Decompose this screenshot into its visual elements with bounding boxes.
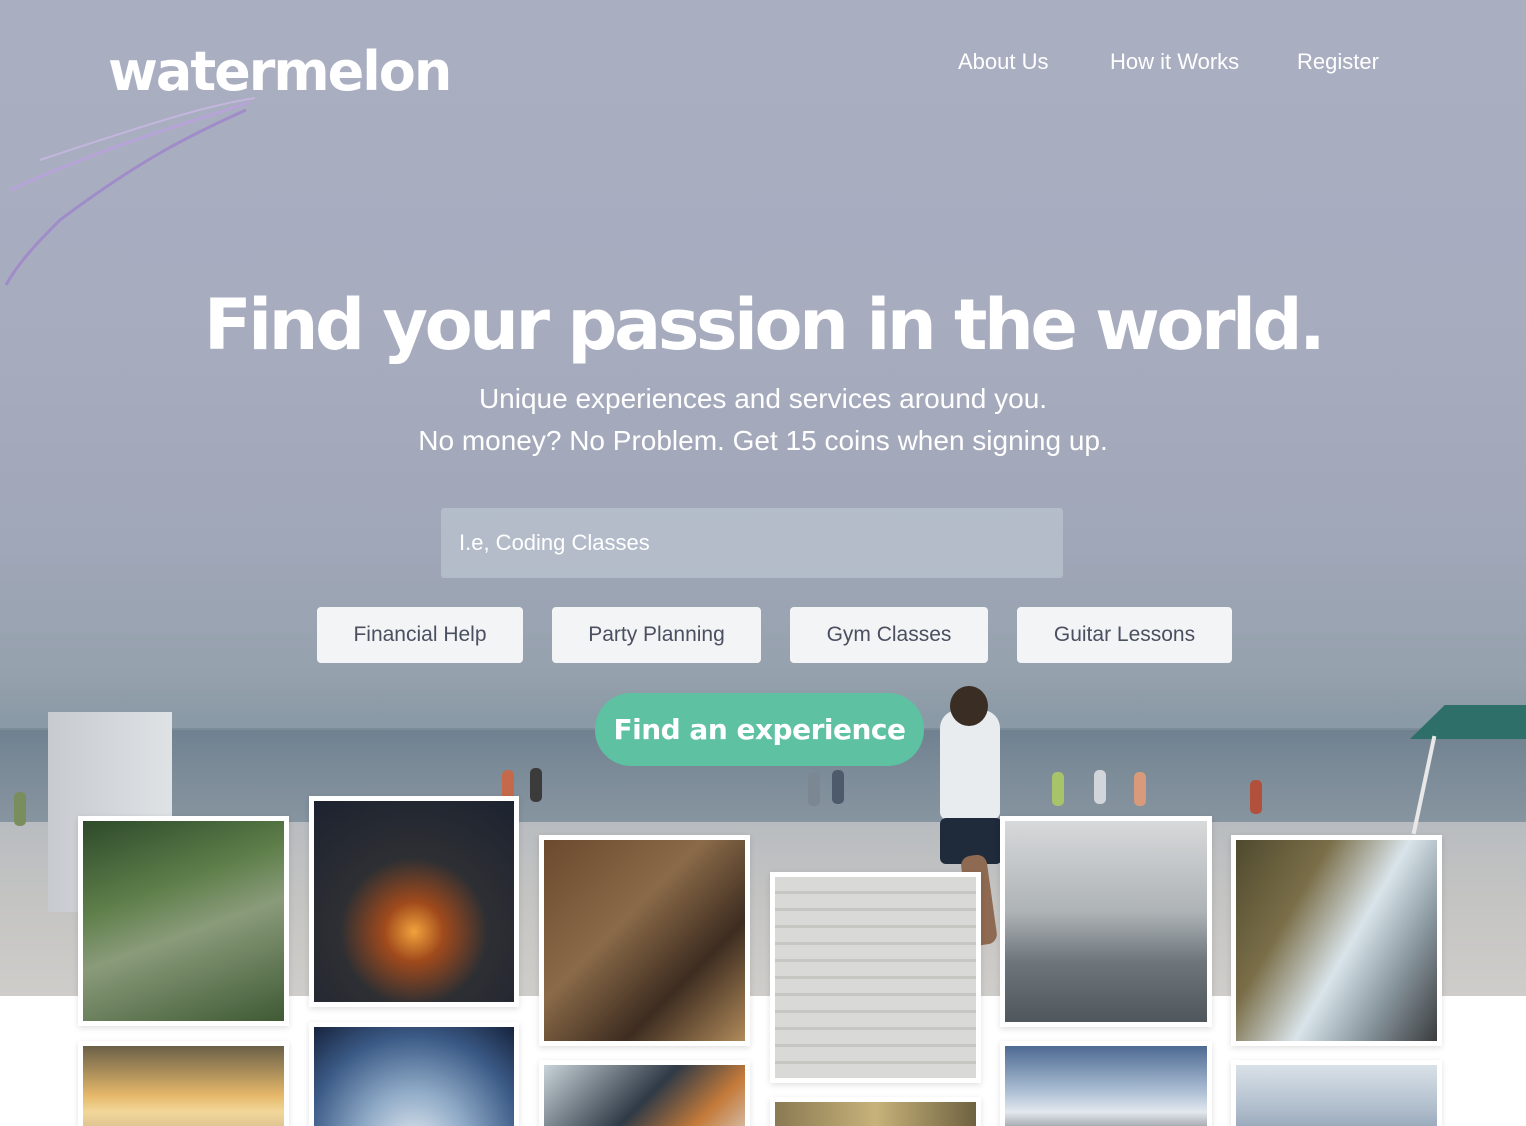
- sunset-photo: [83, 1046, 284, 1126]
- gallery-card-campfire[interactable]: [309, 796, 519, 1007]
- find-experience-button[interactable]: Find an experience: [595, 693, 924, 766]
- hiker-photo: [83, 821, 284, 1021]
- subtitle-line-2: No money? No Problem. Get 15 coins when …: [418, 425, 1108, 456]
- potter-photo: [544, 840, 745, 1041]
- category-guitar-lessons[interactable]: Guitar Lessons: [1017, 607, 1232, 663]
- gallery-card-potter[interactable]: [539, 835, 750, 1046]
- gallery-card-earth[interactable]: [309, 1022, 519, 1126]
- beach-person: [1052, 772, 1064, 806]
- stairs-photo: [775, 877, 976, 1078]
- map-photo: [775, 1102, 976, 1126]
- beach-person: [832, 770, 844, 804]
- beach-person: [1094, 770, 1106, 804]
- runner: [940, 710, 1000, 820]
- beach-tent: [1410, 705, 1526, 739]
- hands-photo: [544, 1065, 745, 1126]
- beach-person: [808, 772, 820, 806]
- gallery-card-mountains[interactable]: [1000, 1041, 1212, 1126]
- gallery-card-sunset[interactable]: [78, 1041, 289, 1126]
- gallery-card-stairs[interactable]: [770, 872, 981, 1083]
- beach-person: [1250, 780, 1262, 814]
- beach-person: [530, 768, 542, 802]
- subtitle-line-1: Unique experiences and services around y…: [478, 383, 1048, 414]
- gallery-card-ocean[interactable]: [1231, 1060, 1442, 1126]
- page-title: Find your passion in the world.: [203, 284, 1326, 366]
- search-input[interactable]: [441, 508, 1063, 578]
- nav-register[interactable]: Register: [1297, 49, 1379, 75]
- beach-person: [14, 792, 26, 826]
- mountains-photo: [1005, 1046, 1207, 1126]
- runner-head: [950, 686, 988, 726]
- category-financial-help[interactable]: Financial Help: [317, 607, 523, 663]
- category-party-planning[interactable]: Party Planning: [552, 607, 761, 663]
- nav-about-us[interactable]: About Us: [958, 49, 1049, 75]
- waterfall-photo: [1236, 840, 1437, 1041]
- gallery-card-hands[interactable]: [539, 1060, 750, 1126]
- campfire-photo: [314, 801, 514, 1002]
- gallery-card-waterfall[interactable]: [1231, 835, 1442, 1046]
- beach-person: [1134, 772, 1146, 806]
- logo[interactable]: watermelon: [108, 40, 452, 103]
- gallery-card-map[interactable]: [770, 1097, 981, 1126]
- airplane-wing-photo: [1005, 821, 1207, 1022]
- category-gym-classes[interactable]: Gym Classes: [790, 607, 988, 663]
- gallery-card-airplane[interactable]: [1000, 816, 1212, 1027]
- earth-photo: [314, 1027, 514, 1126]
- ocean-photo: [1236, 1065, 1437, 1126]
- nav-how-it-works[interactable]: How it Works: [1110, 49, 1239, 75]
- kite-ribbons: [4, 97, 256, 286]
- gallery-card-hiker[interactable]: [78, 816, 289, 1026]
